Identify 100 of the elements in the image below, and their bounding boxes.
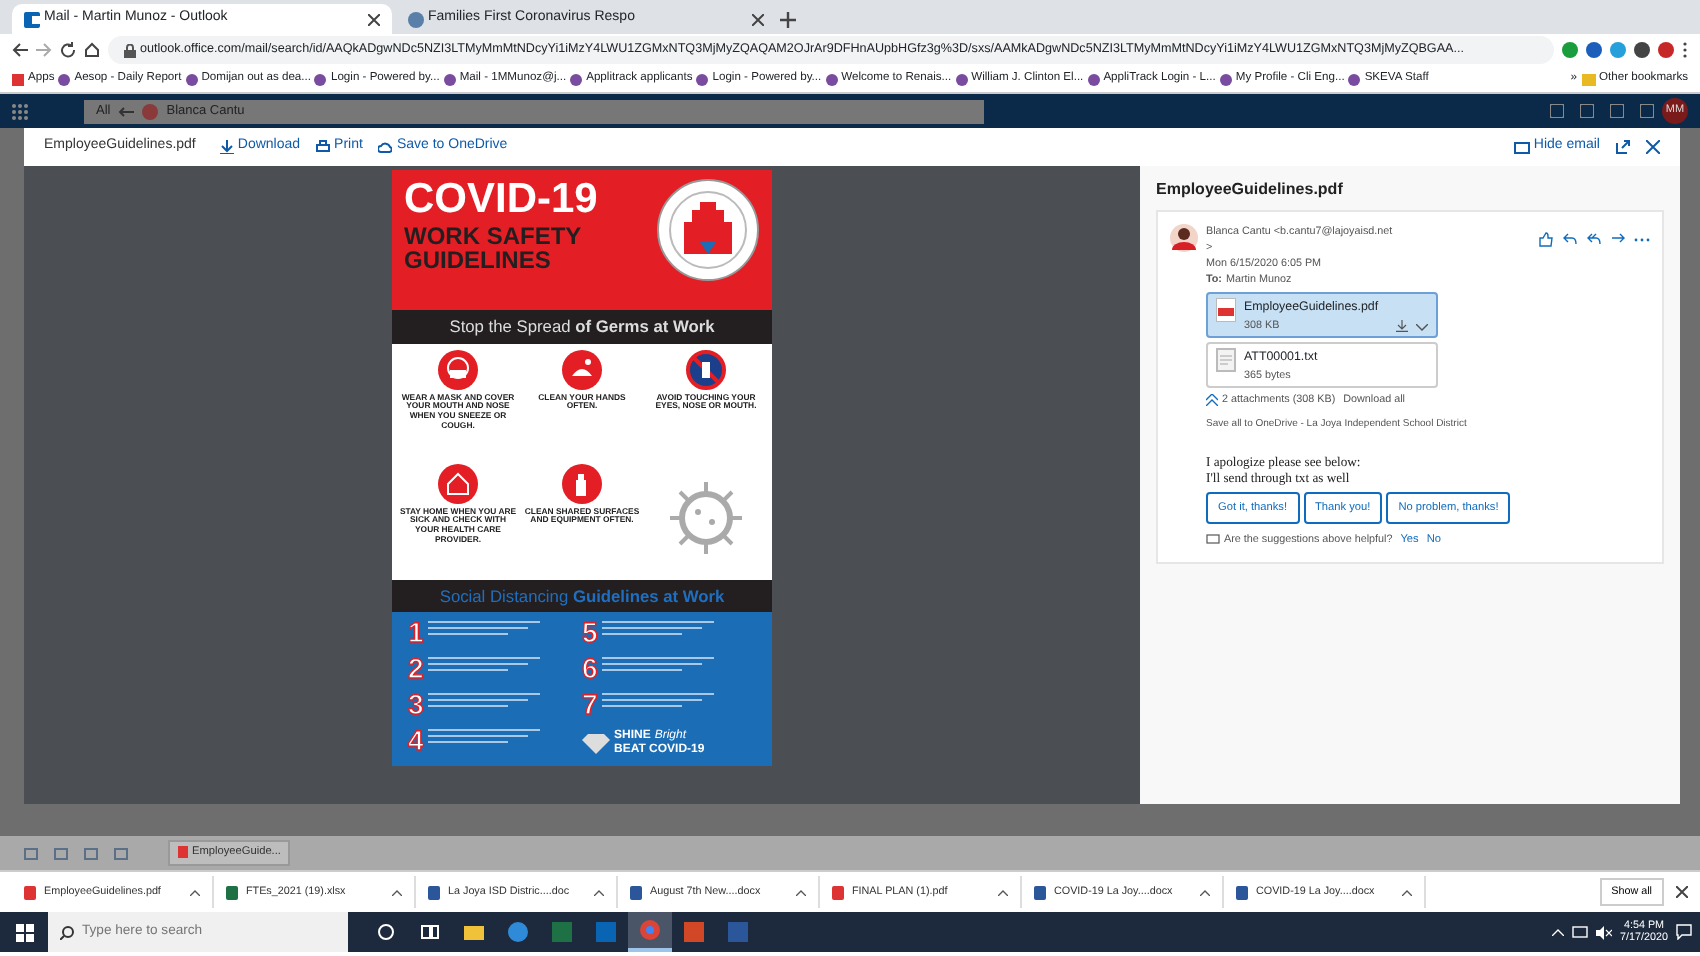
- text-lines-drawing: [427, 690, 540, 711]
- circle-icon: [376, 922, 396, 942]
- step-number: 6: [582, 654, 598, 683]
- poster-subtitle: GUIDELINES: [404, 248, 553, 272]
- soap-icon: [562, 349, 602, 390]
- no-touch-icon: [686, 349, 726, 390]
- like-icon[interactable]: [1538, 232, 1554, 249]
- poster-title: COVID-19: [404, 178, 598, 220]
- panel-icon: [1513, 141, 1530, 153]
- close-icon[interactable]: [368, 13, 380, 25]
- caret-icon: [796, 889, 806, 895]
- text-lines-drawing: [427, 618, 540, 639]
- step-number: 1: [408, 618, 424, 647]
- caret-icon: [1402, 889, 1412, 895]
- download-icon[interactable]: [1396, 320, 1408, 333]
- diamond-icon: [582, 733, 610, 754]
- network-icon[interactable]: [1572, 925, 1589, 939]
- apps-grid-icon: [12, 73, 24, 85]
- bookmark-favicon-icon: [443, 73, 456, 85]
- house-icon: [438, 463, 478, 504]
- bookmark-favicon-icon: [1348, 73, 1361, 85]
- toolbar-icon[interactable]: [1550, 104, 1564, 118]
- menu-icon[interactable]: [1682, 42, 1688, 58]
- step-number: 2: [408, 654, 424, 683]
- caret-icon: [392, 889, 402, 895]
- document-app-icon: [728, 922, 748, 942]
- poster-subtitle: WORK SAFETY: [404, 224, 584, 248]
- virus-icon: [666, 478, 746, 559]
- bookmark-favicon-icon: [955, 73, 968, 85]
- file-icon: [226, 885, 238, 899]
- search-icon: [60, 925, 74, 939]
- collapse-icon[interactable]: [1206, 394, 1218, 407]
- windows-logo-icon: [15, 923, 33, 941]
- file-icon: [1034, 885, 1046, 899]
- feedback-icon: [1206, 534, 1220, 547]
- step-number: 7: [582, 690, 598, 719]
- speaker-muted-icon[interactable]: [1596, 925, 1613, 939]
- bookmark-favicon-icon: [696, 73, 709, 85]
- spray-bottle-icon: [562, 463, 602, 504]
- folder-icon: [464, 922, 484, 942]
- new-tab-icon[interactable]: [780, 11, 796, 27]
- text-lines-drawing: [601, 654, 714, 675]
- close-icon[interactable]: [1676, 886, 1688, 898]
- step-number: 4: [408, 726, 424, 755]
- cloud-icon: [378, 140, 393, 154]
- pop-out-icon[interactable]: [1616, 140, 1630, 154]
- reply-icon[interactable]: [1562, 232, 1578, 249]
- download-icon: [219, 140, 234, 154]
- bookmark-favicon-icon: [185, 73, 198, 85]
- toolbar-icon[interactable]: [1610, 104, 1624, 118]
- mask-icon: [438, 349, 478, 390]
- browser-icon: [640, 920, 660, 940]
- spreadsheet-app-icon: [552, 922, 572, 942]
- globe-icon: [408, 11, 424, 27]
- caret-icon: [190, 889, 200, 895]
- file-icon: [24, 885, 36, 899]
- lock-icon: [124, 43, 136, 57]
- banner-heading: Stop the Spread of Germs at Work: [392, 310, 772, 344]
- task-view-icon: [420, 922, 440, 942]
- caret-icon: [998, 889, 1008, 895]
- close-icon[interactable]: [1646, 140, 1660, 154]
- bookmark-favicon-icon: [58, 73, 71, 85]
- notification-icon[interactable]: [1676, 924, 1692, 940]
- text-lines-drawing: [427, 654, 540, 675]
- text-lines-drawing: [601, 690, 714, 711]
- step-number: 3: [408, 690, 424, 719]
- back-icon: [118, 105, 135, 117]
- folder-icon: [1581, 73, 1596, 85]
- file-icon: [1236, 885, 1248, 899]
- home-icon[interactable]: [84, 42, 100, 58]
- text-file-icon: [1216, 348, 1236, 373]
- avatar-icon: [1170, 224, 1198, 252]
- email-subject: EmployeeGuidelines.pdf: [1156, 178, 1345, 202]
- file-icon: [832, 885, 844, 899]
- reload-icon[interactable]: [60, 42, 76, 58]
- text-lines-drawing: [427, 726, 540, 747]
- bookmark-favicon-icon: [825, 73, 838, 85]
- file-icon: [630, 885, 642, 899]
- toolbar-icon[interactable]: [1580, 104, 1594, 118]
- browser-icon: [508, 922, 528, 942]
- step-number: 5: [582, 618, 598, 647]
- text-lines-drawing: [601, 618, 714, 639]
- bookmark-favicon-icon: [314, 73, 327, 85]
- bookmark-favicon-icon: [1219, 73, 1232, 85]
- pdf-file-icon: [1216, 298, 1236, 323]
- avatar-icon: [142, 103, 159, 119]
- print-icon: [316, 140, 331, 154]
- reply-all-icon[interactable]: [1586, 232, 1602, 249]
- presentation-app-icon: [684, 922, 704, 942]
- caret-icon: [594, 889, 604, 895]
- app-launcher-icon[interactable]: [12, 103, 28, 119]
- file-icon: [428, 885, 440, 899]
- toolbar-icon[interactable]: [1640, 104, 1654, 118]
- pdf-file-icon: [178, 846, 188, 859]
- bookmark-favicon-icon: [570, 73, 583, 85]
- banner-heading: Social Distancing Guidelines at Work: [392, 579, 772, 613]
- back-icon[interactable]: [12, 42, 28, 58]
- mail-app-icon: [596, 922, 616, 942]
- close-icon[interactable]: [752, 13, 764, 25]
- bookmark-favicon-icon: [1087, 73, 1100, 85]
